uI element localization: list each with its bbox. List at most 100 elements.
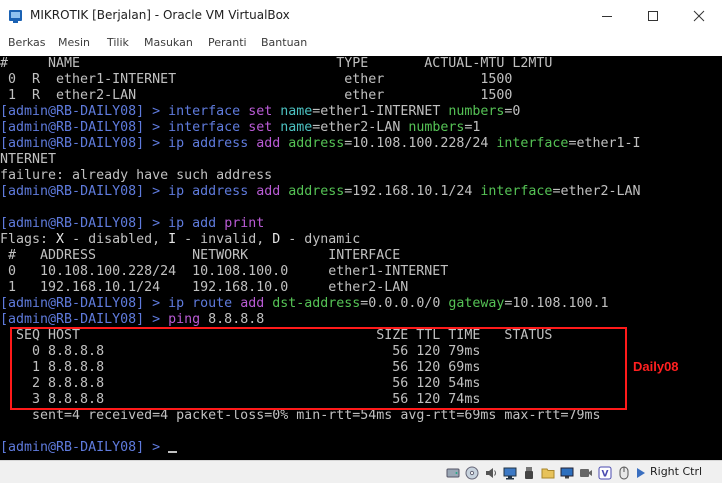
terminal-text: gateway [448, 296, 505, 311]
terminal-text: - disabled, [64, 232, 169, 247]
terminal-text: RB-DAILY08 [56, 216, 137, 231]
svg-text:V: V [602, 470, 609, 480]
terminal-line: [admin@RB-DAILY08] > ip route add dst-ad… [0, 296, 608, 312]
mouse-integration-icon[interactable] [617, 465, 631, 480]
host-key-arrow-icon [634, 465, 648, 479]
video-capture-icon[interactable] [579, 465, 593, 479]
optical-drive-icon[interactable] [465, 465, 479, 480]
terminal-text: ip address [168, 184, 257, 199]
terminal-text: RB-DAILY08 [56, 136, 137, 151]
terminal-text: NTERNET [0, 152, 57, 167]
virtualization-icon[interactable]: V [598, 465, 612, 480]
terminal-text: RB-DAILY08 [56, 296, 137, 311]
terminal-text: dst-address [272, 296, 361, 311]
terminal-line: # NAME TYPE ACTUAL-MTU L2MTU [0, 56, 552, 72]
terminal-text: ping [168, 312, 209, 327]
terminal-text: ] > [136, 312, 169, 327]
menu-berkas[interactable]: Berkas [8, 36, 46, 49]
terminal-text: ip route [168, 296, 241, 311]
window-title: MIKROTIK [Berjalan] - Oracle VM VirtualB… [30, 8, 290, 22]
terminal-text: RB-DAILY08 [56, 184, 137, 199]
terminal-text: sent=4 [0, 408, 89, 423]
terminal-text: interface [496, 136, 569, 151]
terminal-text: ] > [136, 104, 169, 119]
terminal-text: =ether2-LAN [312, 120, 409, 135]
terminal-line: [admin@RB-DAILY08] > ip add print [0, 216, 264, 232]
terminal-text: [admin@ [0, 312, 57, 327]
menu-tilik[interactable]: Tilik [107, 36, 129, 49]
terminal-text: ] > [136, 440, 169, 455]
display-icon[interactable] [560, 465, 574, 479]
terminal-text: [admin@ [0, 136, 57, 151]
terminal-text: =10.108.100.1 [504, 296, 609, 311]
ping-result-highlight-box [10, 327, 627, 410]
terminal-text: =ether2-LAN [552, 184, 641, 199]
terminal-text: =79ms [560, 408, 601, 423]
terminal-text: [admin@ [0, 184, 57, 199]
terminal-text: =192.168.10.1/24 [344, 184, 481, 199]
terminal-text: ] > [136, 136, 169, 151]
terminal-text: numbers [448, 104, 505, 119]
menu-mesin[interactable]: Mesin [58, 36, 90, 49]
status-bar: V Right Ctrl [0, 460, 722, 483]
terminal-line: # ADDRESS NETWORK INTERFACE [0, 248, 400, 264]
menu-masukan[interactable]: Masukan [144, 36, 193, 49]
title-bar: MIKROTIK [Berjalan] - Oracle VM VirtualB… [0, 0, 722, 32]
menu-bar: Berkas Mesin Tilik Masukan Peranti Bantu… [0, 32, 722, 54]
terminal-text: [admin@ [0, 120, 57, 135]
usb-icon[interactable] [522, 465, 536, 479]
terminal-text: set [248, 120, 281, 135]
minimize-button[interactable] [584, 0, 630, 32]
close-button[interactable] [676, 0, 722, 32]
terminal-text: ] > [136, 184, 169, 199]
terminal-text: RB-DAILY08 [56, 440, 137, 455]
menu-peranti[interactable]: Peranti [208, 36, 247, 49]
audio-icon[interactable] [484, 465, 498, 479]
network-icon[interactable] [503, 465, 517, 480]
virtualbox-app-icon [8, 8, 24, 24]
terminal-text: 0 R ether1-INTERNET ether 1500 [0, 72, 513, 87]
terminal-text: 1 R ether2-LAN ether 1500 [0, 88, 513, 103]
terminal-text: # ADDRESS NETWORK INTERFACE [0, 248, 401, 263]
terminal-line: NTERNET [0, 152, 56, 168]
menu-bantuan[interactable]: Bantuan [261, 36, 307, 49]
maximize-icon [648, 11, 658, 21]
terminal-text: ] > [136, 216, 169, 231]
terminal-line: [admin@RB-DAILY08] > ip address add addr… [0, 136, 641, 152]
terminal-text: =4 [152, 408, 177, 423]
terminal-text: address [288, 136, 345, 151]
terminal-line: [admin@RB-DAILY08] > [0, 440, 178, 456]
terminal-line: Flags: X - disabled, I - invalid, D - dy… [0, 232, 360, 248]
maximize-button[interactable] [630, 0, 676, 32]
terminal-line: 0 10.108.100.228/24 10.108.100.0 ether1-… [0, 264, 448, 280]
hard-disk-icon[interactable] [446, 465, 460, 479]
terminal-text: name [280, 104, 313, 119]
terminal-text: =54ms [352, 408, 401, 423]
terminal-text: =10.108.100.228/24 [344, 136, 497, 151]
shared-folder-icon[interactable] [541, 465, 555, 479]
terminal-text: RB-DAILY08 [56, 104, 137, 119]
terminal-text: - invalid, [176, 232, 273, 247]
terminal-text: Flags: [0, 232, 57, 247]
terminal-text: failure: already have such address [0, 168, 273, 183]
terminal-text: =69ms [456, 408, 505, 423]
terminal-text: X [56, 232, 65, 247]
terminal-line: 0 R ether1-INTERNET ether 1500 [0, 72, 512, 88]
terminal-text: [admin@ [0, 216, 57, 231]
terminal-text: address [288, 184, 345, 199]
minimize-icon [602, 16, 612, 17]
terminal-text: # NAME TYPE ACTUAL-MTU L2MTU [0, 56, 553, 71]
terminal-text: 0 10.108.100.228/24 10.108.100.0 ether1-… [0, 264, 449, 279]
terminal-text: ip add [168, 216, 225, 231]
terminal-text: ip address [168, 136, 257, 151]
terminal-text: [admin@ [0, 440, 57, 455]
terminal-text: add [240, 296, 273, 311]
terminal-text: [admin@ [0, 296, 57, 311]
terminal-text: =0.0.0.0/0 [360, 296, 449, 311]
terminal-line: sent=4 received=4 packet-loss=0% min-rtt… [0, 408, 601, 424]
terminal-text: 1 192.168.10.1/24 192.168.10.0 ether2-LA… [0, 280, 409, 295]
terminal-line: 1 R ether2-LAN ether 1500 [0, 88, 512, 104]
terminal-text: avg-rtt [400, 408, 457, 423]
terminal-text: print [224, 216, 265, 231]
terminal-text: RB-DAILY08 [56, 120, 137, 135]
